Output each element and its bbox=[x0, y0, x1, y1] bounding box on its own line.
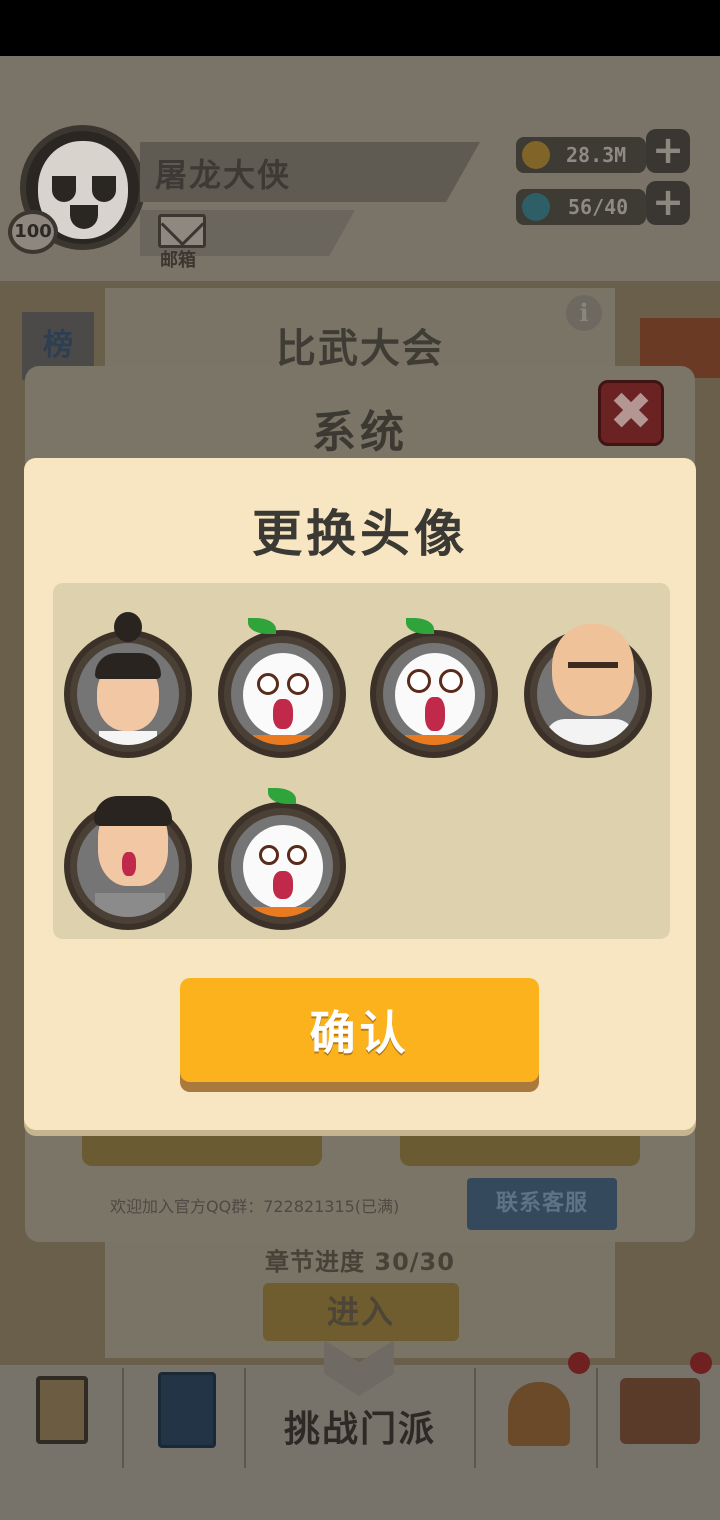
task-scroll-icon bbox=[36, 1376, 88, 1444]
topknot-icon bbox=[114, 612, 142, 642]
contact-service-button[interactable]: 联系客服 bbox=[467, 1178, 617, 1230]
status-bar bbox=[0, 0, 720, 56]
dialog-left-button[interactable] bbox=[82, 1130, 322, 1166]
challenge-label: 挑战门派 bbox=[283, 1409, 436, 1450]
avatar-option-bald-man[interactable] bbox=[524, 624, 652, 758]
enter-button[interactable]: 进入 bbox=[263, 1283, 459, 1341]
avatar-option-topknot-man[interactable] bbox=[64, 612, 192, 758]
avatar-option-radish-shock[interactable] bbox=[370, 618, 498, 758]
confirm-button[interactable]: 确认 bbox=[180, 978, 539, 1082]
stamina-value: 56/40 bbox=[568, 195, 629, 219]
avatar-option-pointing-man[interactable] bbox=[64, 796, 192, 930]
notification-dot bbox=[568, 1352, 590, 1374]
add-stamina-button[interactable]: + bbox=[646, 181, 690, 225]
info-icon[interactable]: i bbox=[566, 295, 602, 331]
nav-equipment[interactable] bbox=[476, 1368, 598, 1468]
mail-icon[interactable] bbox=[158, 214, 206, 248]
confirm-button-wrap: 确认 bbox=[180, 978, 539, 1096]
close-button[interactable]: ✖ bbox=[598, 380, 664, 446]
training-book-icon bbox=[158, 1372, 216, 1448]
dialog-right-button[interactable] bbox=[400, 1130, 640, 1166]
coin-value: 28.3M bbox=[566, 143, 627, 167]
nav-shop[interactable] bbox=[598, 1368, 720, 1468]
level-badge: 100 bbox=[8, 210, 58, 254]
stamina-drop-icon bbox=[522, 193, 550, 221]
helmet-icon bbox=[508, 1382, 570, 1446]
nav-training[interactable] bbox=[124, 1368, 246, 1468]
qq-group-text: 欢迎加入官方QQ群：722821315(已满) bbox=[110, 1197, 400, 1216]
mail-label: 邮箱 bbox=[160, 250, 196, 271]
chapter-progress: 章节进度 30/30 bbox=[265, 1248, 455, 1276]
collect-shop-icon bbox=[620, 1378, 700, 1444]
avatar-option-radish-worried[interactable] bbox=[218, 788, 346, 930]
notification-dot bbox=[690, 1352, 712, 1374]
avatar-option-radish-blush[interactable] bbox=[218, 618, 346, 758]
nav-task[interactable] bbox=[0, 1368, 124, 1468]
add-coin-button[interactable]: + bbox=[646, 129, 690, 173]
modal-title: 更换头像 bbox=[252, 505, 468, 563]
player-name: 屠龙大侠 bbox=[155, 156, 292, 194]
coin-icon bbox=[522, 141, 550, 169]
